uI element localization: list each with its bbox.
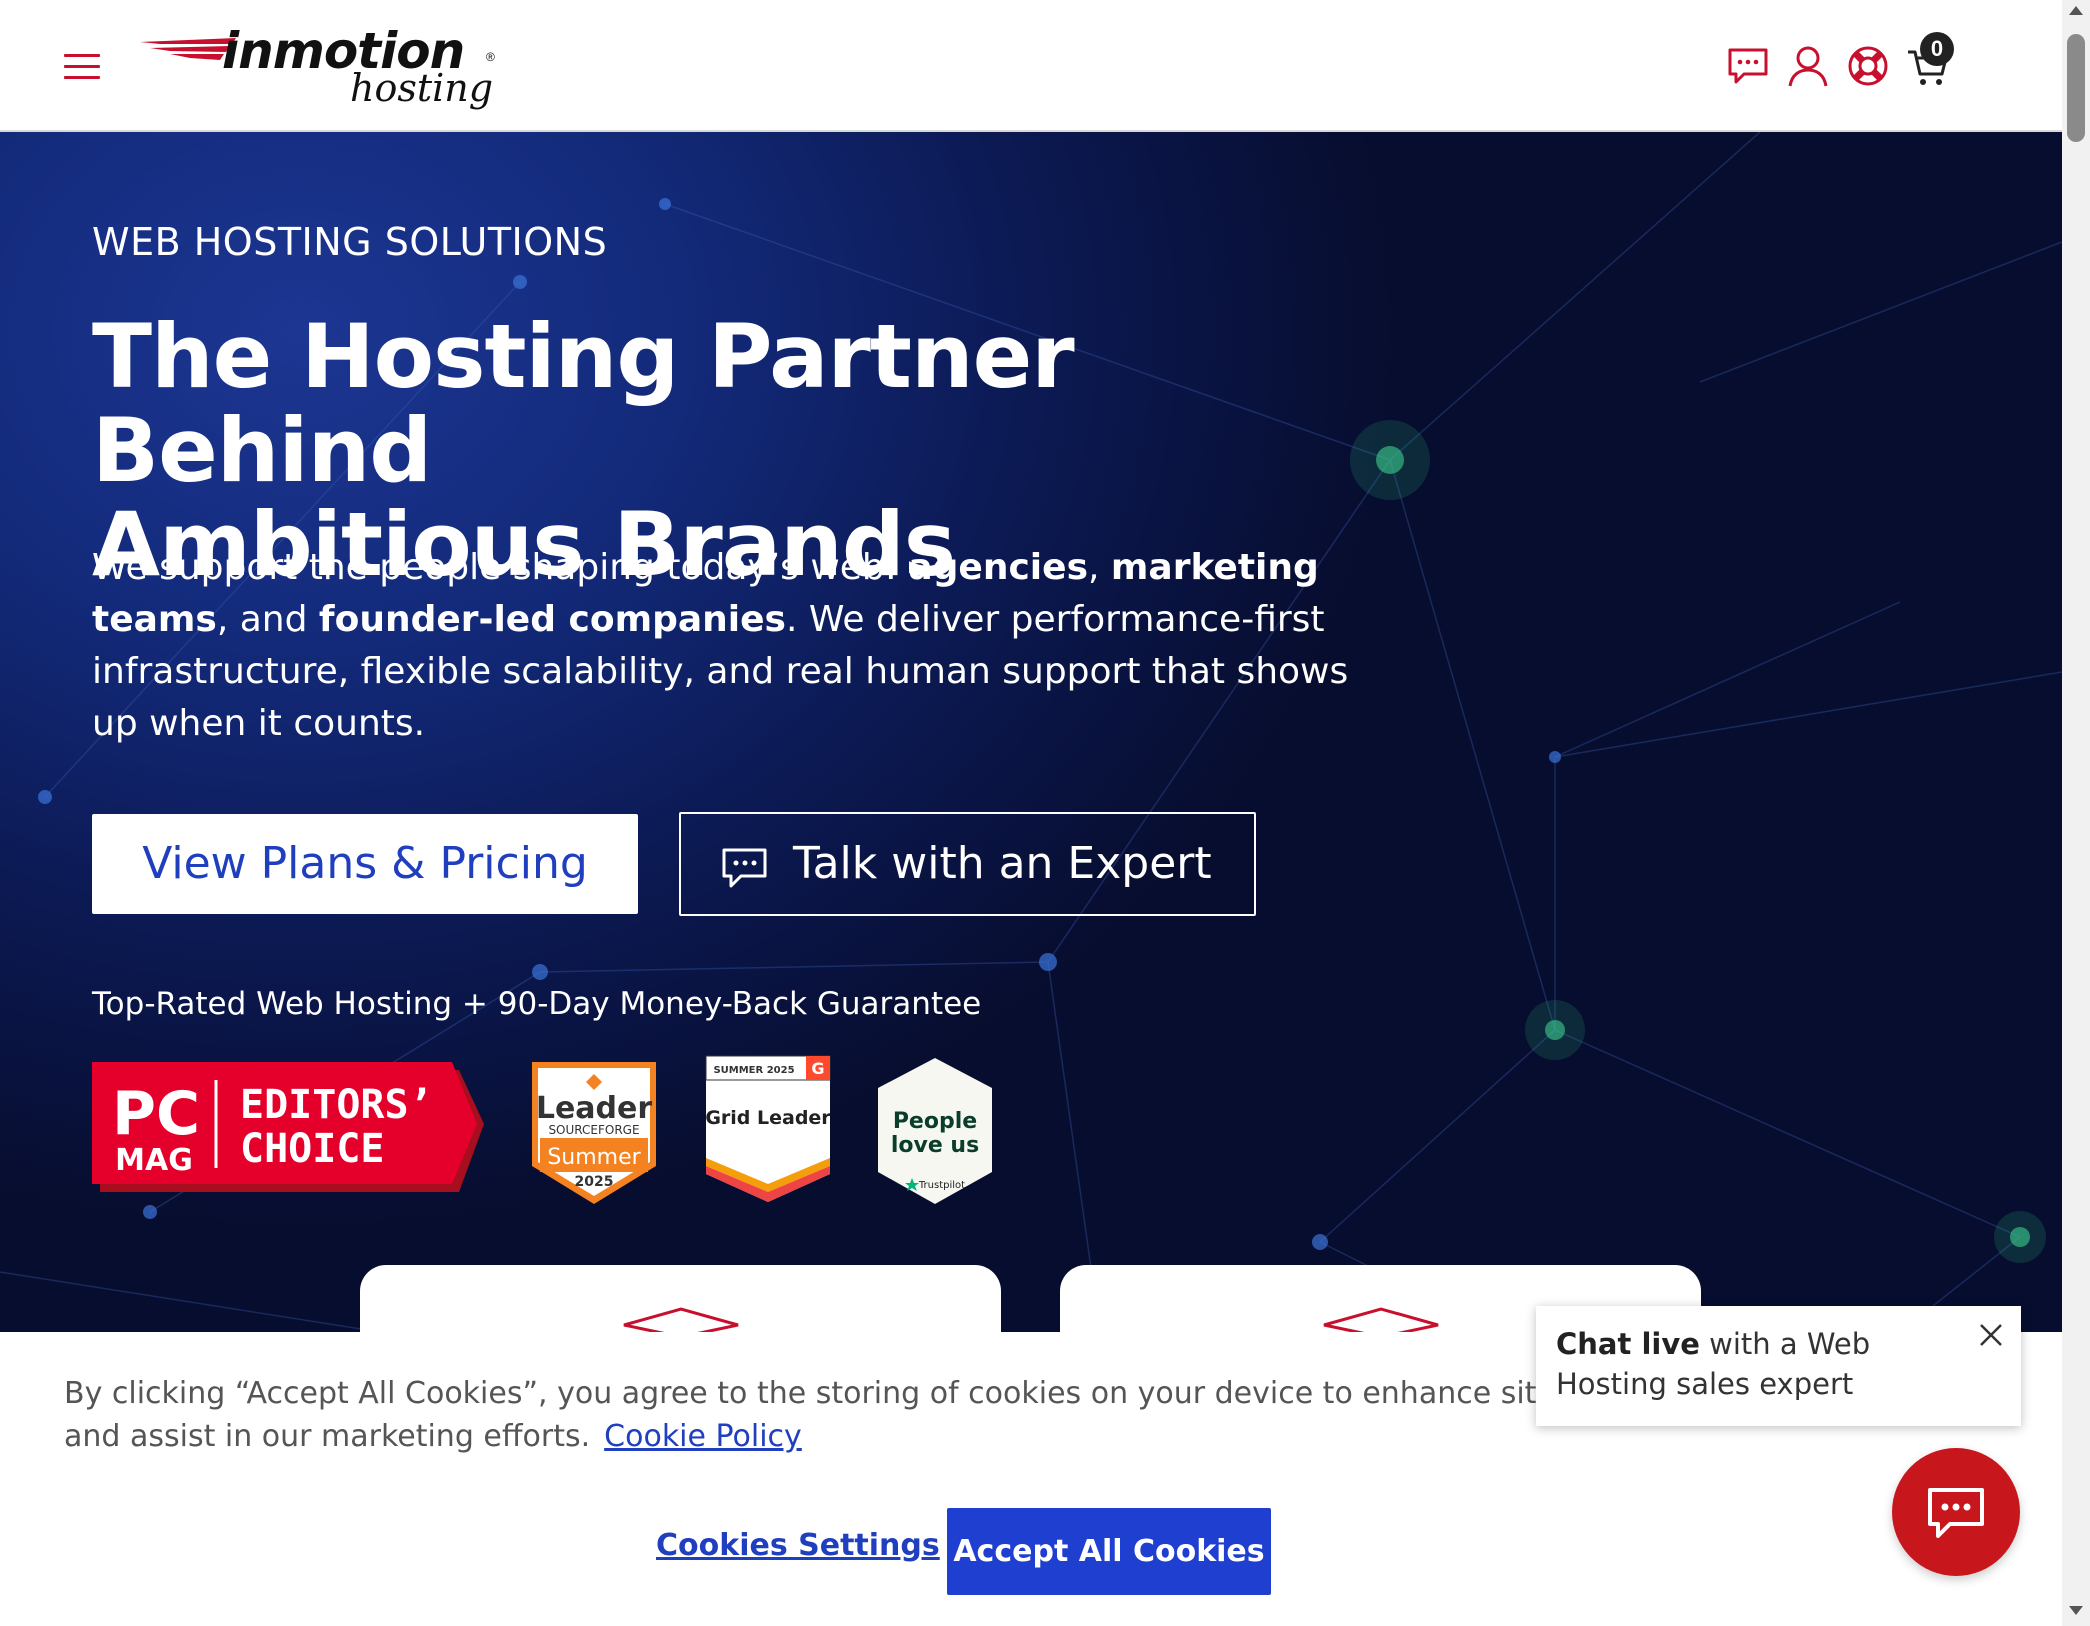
headline-line-1: The Hosting Partner Behind <box>92 305 1075 502</box>
site-logo[interactable]: inmotion ® hosting <box>140 22 510 117</box>
chat-live-bold: Chat live <box>1556 1327 1700 1361</box>
cookie-message-line-1: By clicking “Accept All Cookies”, you ag… <box>64 1376 1628 1411</box>
hero-description: We support the people shaping today’s we… <box>92 542 1352 750</box>
sourceforge-leader-badge: Leader SOURCEFORGE Summer 2025 <box>532 1062 656 1204</box>
hero-section: WEB HOSTING SOLUTIONS The Hosting Partne… <box>0 132 2062 1332</box>
cookies-settings-button[interactable]: Cookies Settings <box>656 1528 940 1563</box>
lede-founder-led: founder-led companies <box>318 599 786 640</box>
pcmag-mag-text: MAG <box>115 1143 193 1178</box>
tp-brand-text: Trustpilot <box>918 1180 965 1191</box>
lede-sep-2: , and <box>216 599 319 640</box>
chat-invite-popup[interactable]: Chat live with a Web Hosting sales exper… <box>1536 1306 2021 1426</box>
menu-icon[interactable] <box>64 54 100 82</box>
chat-icon[interactable] <box>1726 44 1770 88</box>
logo-registered-mark: ® <box>486 50 495 64</box>
cookie-policy-link[interactable]: Cookie Policy <box>604 1419 802 1454</box>
talk-with-expert-label: Talk with an Expert <box>793 838 1212 889</box>
lede-sep-1: , <box>1088 547 1111 588</box>
cart-count-badge: 0 <box>1920 32 1954 66</box>
pcmag-pc-text: PC <box>112 1079 200 1149</box>
tp-line1-text: People <box>893 1109 977 1134</box>
site-header: inmotion ® hosting <box>0 0 2062 132</box>
chat-icon <box>722 848 767 888</box>
chat-invite-text: Chat live with a Web Hosting sales exper… <box>1556 1324 1986 1404</box>
close-icon[interactable] <box>1976 1320 2006 1350</box>
chat-launcher-button[interactable] <box>1892 1448 2020 1576</box>
logo-subtitle: hosting <box>350 66 494 110</box>
pcmag-editors-choice-badge: PC MAG EDITORS’ CHOICE <box>92 1062 484 1192</box>
chat-icon <box>1928 1488 1984 1538</box>
guarantee-text: Top-Rated Web Hosting + 90-Day Money-Bac… <box>92 986 982 1022</box>
scroll-thumb[interactable] <box>2067 34 2085 142</box>
tp-line2-text: love us <box>891 1133 979 1158</box>
sf-year-text: 2025 <box>575 1174 614 1190</box>
sf-brand-text: SOURCEFORGE <box>548 1123 639 1137</box>
talk-with-expert-button[interactable]: Talk with an Expert <box>679 812 1256 916</box>
accept-all-cookies-button[interactable]: Accept All Cookies <box>947 1508 1271 1595</box>
scroll-down-arrow-icon[interactable] <box>2069 1606 2083 1615</box>
pcmag-editors-text: EDITORS’ <box>240 1082 433 1128</box>
hero-eyebrow: WEB HOSTING SOLUTIONS <box>92 220 608 264</box>
g2-grid-leader-badge: G SUMMER 2025 Grid Leader <box>705 1055 831 1202</box>
scroll-up-arrow-icon[interactable] <box>2069 6 2083 15</box>
sf-summer-text: Summer <box>547 1145 641 1170</box>
trustpilot-people-love-us-badge: People love us Trustpilot <box>878 1058 992 1204</box>
account-icon[interactable] <box>1786 44 1830 88</box>
view-plans-button[interactable]: View Plans & Pricing <box>92 814 638 914</box>
support-icon[interactable] <box>1846 44 1890 88</box>
cookie-message-line-2: and assist in our marketing efforts. <box>64 1419 591 1454</box>
sf-leader-text: Leader <box>536 1091 653 1126</box>
pcmag-choice-text: CHOICE <box>240 1126 385 1172</box>
lede-prefix: We support the people shaping today’s we… <box>92 547 909 588</box>
g2-logo-text: G <box>811 1059 824 1078</box>
g2-title-text: Grid Leader <box>705 1107 831 1129</box>
g2-season-text: SUMMER 2025 <box>713 1065 794 1076</box>
lede-agencies: agencies <box>908 547 1088 588</box>
page-scrollbar[interactable] <box>2062 0 2090 1626</box>
